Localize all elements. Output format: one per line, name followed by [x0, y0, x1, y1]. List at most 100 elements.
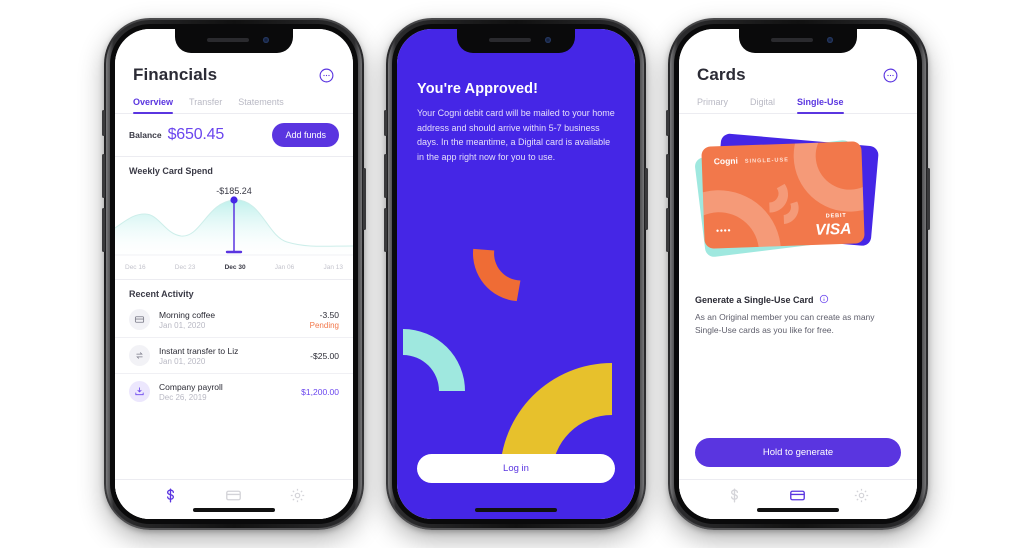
login-button[interactable]: Log in: [417, 454, 615, 483]
transfer-arrows-icon: [129, 345, 150, 366]
cards-tabs: Primary Digital Single-Use: [679, 94, 917, 114]
chart-annotation: -$185.24: [216, 186, 252, 196]
card-icon[interactable]: [225, 487, 242, 504]
balance-value: $650.45: [167, 126, 225, 143]
transaction-amount: -3.50: [319, 309, 339, 320]
balance-row: Balance $650.45 Add funds: [115, 114, 353, 157]
silent-switch[interactable]: [666, 110, 669, 136]
earpiece-speaker: [207, 38, 249, 42]
card-stack-art[interactable]: Cogni VISA: [679, 118, 917, 290]
card-stack-svg: Cogni VISA: [695, 133, 879, 257]
x-tick-0: Dec 16: [125, 264, 146, 271]
transaction-amount: -$25.00: [310, 350, 339, 361]
bottom-tab-bar: [679, 479, 917, 519]
volume-down-button[interactable]: [666, 208, 669, 252]
transaction-text: Company payroll Dec 26, 2019: [159, 382, 301, 402]
phone-screen: Financials Overview Transfer Statements: [115, 29, 353, 519]
chart-x-axis: Dec 16 Dec 23 Dec 30 Jan 06 Jan 13: [115, 261, 353, 279]
tab-statements[interactable]: Statements: [238, 94, 284, 113]
front-camera: [263, 37, 269, 43]
weekly-spend-title: Weekly Card Spend: [129, 166, 213, 176]
tab-single-use[interactable]: Single-Use: [797, 94, 844, 114]
notch: [175, 29, 293, 53]
front-camera: [827, 37, 833, 43]
generate-section: Generate a Single-Use Card As an Origina…: [679, 290, 917, 337]
phone-screen: Cards Primary Digital Single-Use Cogni S…: [679, 29, 917, 519]
tab-digital[interactable]: Digital: [750, 94, 775, 113]
transaction-right: $1,200.00: [301, 387, 339, 397]
power-button[interactable]: [363, 168, 366, 230]
transaction-amount: $1,200.00: [301, 386, 339, 397]
gear-icon[interactable]: [289, 487, 306, 504]
gear-icon[interactable]: [853, 487, 870, 504]
page-title: Financials: [133, 65, 218, 84]
silent-switch[interactable]: [384, 110, 387, 136]
table-row[interactable]: Company payroll Dec 26, 2019 $1,200.00: [115, 374, 353, 409]
x-tick-1: Dec 23: [174, 264, 196, 271]
approved-screen: You're Approved! Your Cogni debit card w…: [397, 29, 635, 519]
financials-tabs: Overview Transfer Statements: [115, 94, 353, 114]
balance-label: Balance: [129, 130, 162, 140]
approved-title: You're Approved!: [417, 81, 539, 97]
phone-approved: You're Approved! Your Cogni debit card w…: [384, 18, 648, 530]
table-row[interactable]: Morning coffee Jan 01, 2020 -3.50 Pendin…: [115, 302, 353, 338]
silent-switch[interactable]: [102, 110, 105, 136]
transaction-date: Jan 01, 2020: [159, 356, 206, 366]
svg-text:••••: ••••: [716, 226, 732, 236]
x-tick-2: Dec 30: [224, 264, 246, 271]
transaction-title: Company payroll: [159, 381, 223, 392]
volume-up-button[interactable]: [384, 154, 387, 198]
transaction-right: -$25.00: [310, 351, 339, 361]
add-funds-button[interactable]: Add funds: [272, 123, 339, 147]
support-chat-icon[interactable]: [882, 67, 899, 84]
notch: [457, 29, 575, 53]
transaction-text: Morning coffee Jan 01, 2020: [159, 310, 310, 330]
recent-activity-title: Recent Activity: [129, 289, 194, 299]
deposit-icon: [129, 381, 150, 402]
cards-screen: Cards Primary Digital Single-Use Cogni S…: [679, 29, 917, 519]
home-indicator: [475, 508, 557, 512]
phone-screen: You're Approved! Your Cogni debit card w…: [397, 29, 635, 519]
approved-body: Your Cogni debit card will be mailed to …: [417, 108, 615, 162]
volume-up-button[interactable]: [102, 154, 105, 198]
tab-primary[interactable]: Primary: [697, 94, 728, 113]
transaction-date: Dec 26, 2019: [159, 392, 207, 402]
transaction-title: Morning coffee: [159, 309, 216, 320]
svg-text:Cogni: Cogni: [714, 156, 738, 167]
transaction-right: -3.50 Pending: [310, 310, 339, 330]
info-icon[interactable]: [819, 294, 829, 306]
weekly-spend-section: Weekly Card Spend -$185.24 Dec 16 Dec 23…: [115, 157, 353, 280]
transaction-date: Jan 01, 2020: [159, 320, 206, 330]
earpiece-speaker: [489, 38, 531, 42]
volume-down-button[interactable]: [384, 208, 387, 252]
phone-financials: Financials Overview Transfer Statements: [102, 18, 366, 530]
power-button[interactable]: [645, 168, 648, 230]
bottom-tab-bar: [115, 479, 353, 519]
svg-text:VISA: VISA: [815, 221, 852, 239]
notch: [739, 29, 857, 53]
weekly-spend-chart[interactable]: -$185.24 Dec 16 Dec 23 Dec 30 Jan 06 Jan…: [115, 178, 353, 280]
generate-body: As an Original member you can create as …: [695, 312, 875, 336]
tab-overview[interactable]: Overview: [133, 94, 174, 114]
home-indicator: [757, 508, 839, 512]
card-icon[interactable]: [789, 487, 806, 504]
x-tick-4: Jan 13: [323, 264, 343, 271]
page-title: Cards: [697, 65, 746, 84]
earpiece-speaker: [771, 38, 813, 42]
dollar-icon[interactable]: [162, 487, 179, 504]
home-indicator: [193, 508, 275, 512]
screenshot-stage: Financials Overview Transfer Statements: [0, 0, 1024, 548]
table-row[interactable]: Instant transfer to Liz Jan 01, 2020 -$2…: [115, 338, 353, 374]
hold-to-generate-button[interactable]: Hold to generate: [695, 438, 901, 467]
generate-title-row: Generate a Single-Use Card: [695, 294, 901, 306]
volume-up-button[interactable]: [666, 154, 669, 198]
support-chat-icon[interactable]: [318, 67, 335, 84]
svg-text:DEBIT: DEBIT: [826, 213, 847, 220]
transaction-title: Instant transfer to Liz: [159, 345, 239, 356]
transaction-text: Instant transfer to Liz Jan 01, 2020: [159, 346, 310, 366]
volume-down-button[interactable]: [102, 208, 105, 252]
dollar-icon[interactable]: [726, 487, 743, 504]
power-button[interactable]: [927, 168, 930, 230]
generate-title: Generate a Single-Use Card: [695, 295, 814, 305]
tab-transfer[interactable]: Transfer: [189, 94, 222, 113]
